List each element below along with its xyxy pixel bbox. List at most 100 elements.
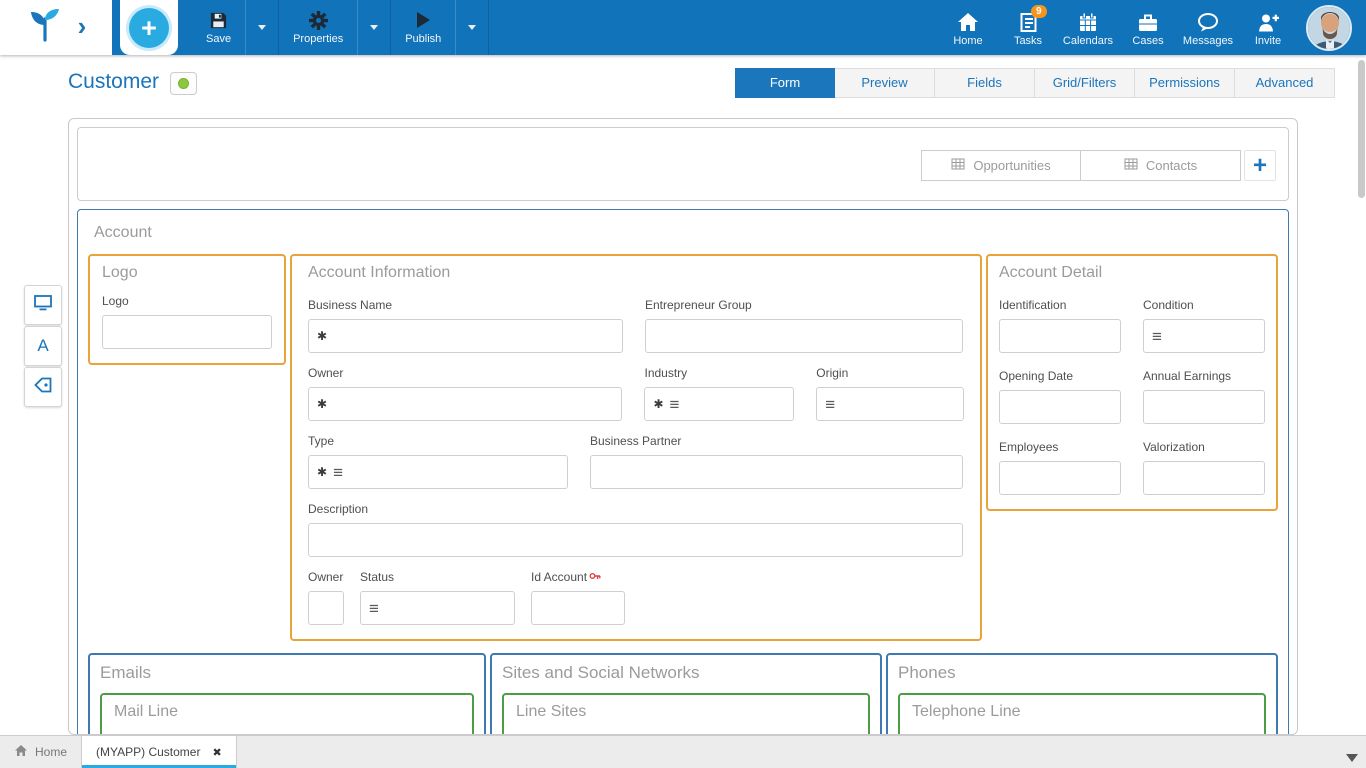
nav-messages-label: Messages xyxy=(1183,35,1233,47)
publish-button[interactable]: Publish xyxy=(391,0,455,55)
logo-panel[interactable]: Logo Logo xyxy=(88,254,286,365)
owner-small-label: Owner xyxy=(308,570,344,584)
nav-cases[interactable]: Cases xyxy=(1118,9,1178,47)
save-dropdown-button[interactable] xyxy=(245,0,278,55)
footer-customer-tab[interactable]: (MYAPP) Customer ✖ xyxy=(81,736,237,768)
tab-fields[interactable]: Fields xyxy=(935,68,1035,98)
text-tool-button[interactable]: A xyxy=(24,326,62,366)
tab-permissions[interactable]: Permissions xyxy=(1135,68,1235,98)
properties-button[interactable]: Properties xyxy=(279,0,357,55)
save-button[interactable]: Save xyxy=(192,0,245,55)
line-sites-panel[interactable]: Line Sites xyxy=(502,693,870,735)
tag-tool-button[interactable] xyxy=(24,367,62,407)
chevron-down-icon xyxy=(258,25,266,30)
brand-area[interactable]: › xyxy=(0,0,112,55)
add-tab: + xyxy=(120,0,178,55)
field-industry: Industry ✱≡ xyxy=(644,366,794,421)
bottom-tab-bar: Home (MYAPP) Customer ✖ xyxy=(0,735,1366,768)
nav-calendars[interactable]: Calendars xyxy=(1058,9,1118,47)
user-avatar[interactable] xyxy=(1306,5,1352,51)
field-id-account: Id Account xyxy=(531,570,625,625)
nav-calendars-label: Calendars xyxy=(1063,35,1113,47)
status-label: Status xyxy=(360,570,515,584)
condition-input[interactable]: ≡ xyxy=(1143,319,1265,353)
phones-panel[interactable]: Phones Telephone Line xyxy=(886,653,1278,735)
close-icon[interactable]: ✖ xyxy=(212,746,221,759)
business-name-input[interactable]: ✱ xyxy=(308,319,623,353)
account-information-panel[interactable]: Account Information Business Name ✱ Entr… xyxy=(290,254,982,641)
view-tabs: Form Preview Fields Grid/Filters Permiss… xyxy=(735,68,1335,98)
properties-group: Properties xyxy=(279,0,391,55)
nav-messages[interactable]: Messages xyxy=(1178,9,1238,47)
entrepreneur-group-label: Entrepreneur Group xyxy=(645,298,963,312)
account-detail-panel[interactable]: Account Detail Identification Condition … xyxy=(986,254,1278,511)
footer-home-label: Home xyxy=(35,745,67,759)
add-button[interactable]: + xyxy=(129,8,169,48)
type-input[interactable]: ✱≡ xyxy=(308,455,568,489)
id-account-input[interactable] xyxy=(531,591,625,625)
origin-label: Origin xyxy=(816,366,964,380)
account-panel[interactable]: Account Logo Logo Account Information Bu… xyxy=(77,209,1289,735)
opportunities-tab-button[interactable]: Opportunities xyxy=(921,150,1081,181)
scroll-down-arrow-icon[interactable] xyxy=(1346,754,1358,762)
tab-preview[interactable]: Preview xyxy=(835,68,935,98)
calendar-icon xyxy=(1078,11,1098,32)
list-icon: ≡ xyxy=(333,464,343,481)
field-identification: Identification xyxy=(999,298,1121,353)
phones-panel-title: Phones xyxy=(898,663,1266,683)
chevron-down-icon xyxy=(370,25,378,30)
nav-tasks[interactable]: 9 Tasks xyxy=(998,9,1058,47)
id-account-label-text: Id Account xyxy=(531,570,587,584)
employees-input[interactable] xyxy=(999,461,1121,495)
opening-date-input[interactable] xyxy=(999,390,1121,424)
tab-form[interactable]: Form xyxy=(735,68,835,98)
field-business-name: Business Name ✱ xyxy=(308,298,623,353)
required-icon: ✱ xyxy=(317,465,327,479)
vertical-scrollbar-thumb[interactable] xyxy=(1358,60,1365,198)
footer-home-tab[interactable]: Home xyxy=(0,736,81,768)
field-origin: Origin ≡ xyxy=(816,366,964,421)
chevron-down-icon xyxy=(468,25,476,30)
list-icon: ≡ xyxy=(369,600,379,617)
business-partner-input[interactable] xyxy=(590,455,963,489)
contacts-tab-button[interactable]: Contacts xyxy=(1081,150,1241,181)
sites-panel[interactable]: Sites and Social Networks Line Sites xyxy=(490,653,882,735)
tab-advanced[interactable]: Advanced xyxy=(1235,68,1335,98)
description-label: Description xyxy=(308,502,963,516)
nav-cases-label: Cases xyxy=(1132,35,1163,47)
telephone-line-panel[interactable]: Telephone Line xyxy=(898,693,1266,735)
status-chip[interactable] xyxy=(170,72,197,95)
origin-input[interactable]: ≡ xyxy=(816,387,964,421)
add-related-tab-button[interactable]: + xyxy=(1244,150,1276,181)
valorization-input[interactable] xyxy=(1143,461,1265,495)
nav-invite[interactable]: Invite xyxy=(1238,9,1298,47)
nav-home[interactable]: Home xyxy=(938,9,998,47)
publish-dropdown-button[interactable] xyxy=(455,0,488,55)
form-row: Owner ✱ Industry ✱≡ Origin ≡ xyxy=(308,366,964,421)
owner-small-input[interactable] xyxy=(308,591,344,625)
screen-tool-button[interactable] xyxy=(24,285,62,325)
expand-menu-icon[interactable]: › xyxy=(78,13,87,39)
status-input[interactable]: ≡ xyxy=(360,591,515,625)
business-name-label: Business Name xyxy=(308,298,623,312)
emails-panel[interactable]: Emails Mail Line xyxy=(88,653,486,735)
identification-input[interactable] xyxy=(999,319,1121,353)
page-header: Customer Form Preview Fields Grid/Filter… xyxy=(0,55,1366,111)
owner-input[interactable]: ✱ xyxy=(308,387,622,421)
annual-earnings-input[interactable] xyxy=(1143,390,1265,424)
app-header: › + Save xyxy=(0,0,1366,55)
telephone-line-title: Telephone Line xyxy=(912,703,1252,721)
description-input[interactable] xyxy=(308,523,963,557)
related-tabs-strip[interactable]: Opportunities Contacts + xyxy=(77,127,1289,201)
status-dot-icon xyxy=(178,78,189,89)
tab-grid-filters[interactable]: Grid/Filters xyxy=(1035,68,1135,98)
industry-input[interactable]: ✱≡ xyxy=(644,387,794,421)
field-entrepreneur-group: Entrepreneur Group xyxy=(645,298,963,353)
properties-dropdown-button[interactable] xyxy=(357,0,390,55)
account-information-title: Account Information xyxy=(308,264,964,282)
entrepreneur-group-input[interactable] xyxy=(645,319,963,353)
mail-line-panel[interactable]: Mail Line xyxy=(100,693,474,735)
logo-input[interactable] xyxy=(102,315,272,349)
monitor-icon xyxy=(34,295,52,316)
field-owner-small: Owner xyxy=(308,570,344,625)
